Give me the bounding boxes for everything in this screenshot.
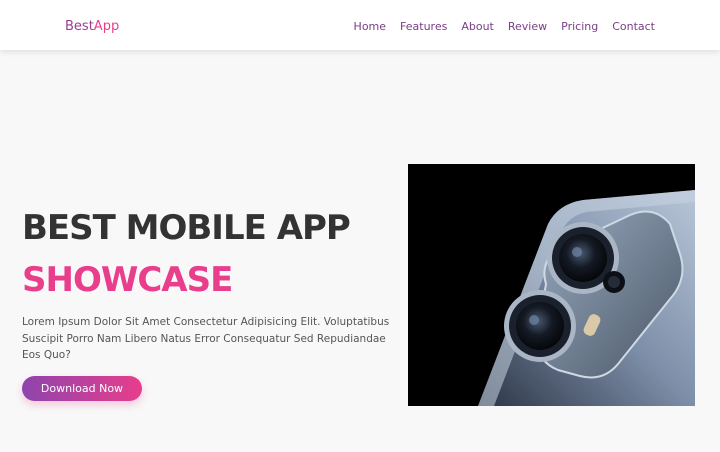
nav-link-review[interactable]: Review <box>508 19 547 35</box>
nav-link-features[interactable]: Features <box>400 19 447 35</box>
hero-subtitle: SHOWCASE <box>22 260 233 300</box>
nav-link-home[interactable]: Home <box>354 19 386 35</box>
hero-image-phone-camera <box>408 164 695 406</box>
nav-link-pricing[interactable]: Pricing <box>561 19 598 35</box>
brand-logo-part2: App <box>93 19 120 34</box>
nav-link-contact[interactable]: Contact <box>612 19 655 35</box>
nav-menu: Home Features About Review Pricing Conta… <box>354 19 655 35</box>
hero-description: Lorem Ipsum Dolor Sit Amet Consectetur A… <box>22 316 390 361</box>
brand-logo[interactable]: BestApp <box>65 18 119 36</box>
nav-link-about[interactable]: About <box>461 19 494 35</box>
navbar: BestApp Home Features About Review Prici… <box>0 0 720 50</box>
hero-title: BEST MOBILE APP <box>22 208 351 248</box>
brand-logo-part1: Best <box>65 19 94 34</box>
download-now-button[interactable]: Download Now <box>22 376 142 401</box>
